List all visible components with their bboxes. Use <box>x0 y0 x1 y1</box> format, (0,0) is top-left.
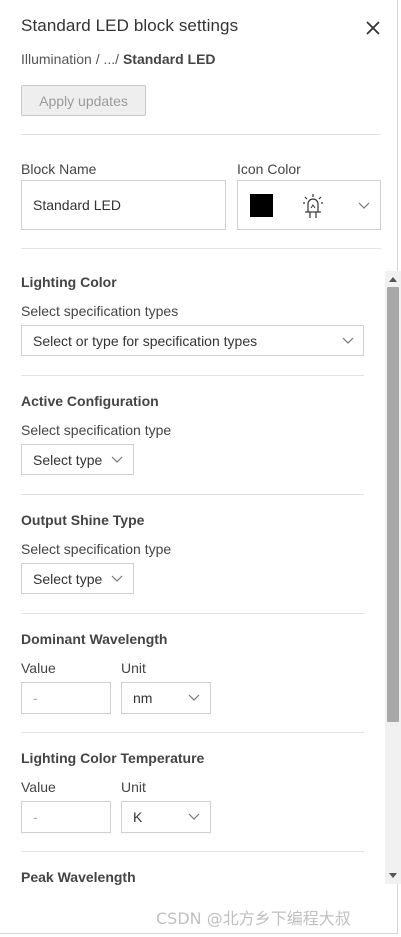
dominant-wavelength-value: - <box>33 690 38 706</box>
chevron-down-icon <box>111 456 123 463</box>
breadcrumb-root[interactable]: Illumination <box>21 51 92 67</box>
color-temperature-unit-label: Unit <box>121 779 146 795</box>
block-name-value: Standard LED <box>33 197 121 213</box>
output-shine-type-title: Output Shine Type <box>21 512 145 528</box>
lighting-color-temperature-title: Lighting Color Temperature <box>21 750 205 766</box>
breadcrumb-ellipsis[interactable]: ... <box>104 51 116 67</box>
color-swatch <box>250 194 273 217</box>
lighting-color-title: Lighting Color <box>21 274 117 290</box>
color-temperature-value-input[interactable]: - <box>21 801 111 833</box>
active-configuration-select[interactable]: Select type <box>21 444 134 475</box>
scroll-up-icon[interactable] <box>389 276 397 282</box>
dominant-wavelength-unit: nm <box>133 690 153 706</box>
chevron-down-icon <box>342 337 354 344</box>
active-configuration-subtitle: Select specification type <box>21 422 172 438</box>
divider <box>21 375 364 376</box>
watermark: CSDN @北方乡下编程大叔 <box>156 909 351 928</box>
peak-wavelength-title: Peak Wavelength <box>21 869 136 885</box>
block-name-label: Block Name <box>21 161 97 177</box>
icon-color-picker[interactable] <box>237 180 381 230</box>
divider <box>21 851 364 852</box>
divider <box>21 248 381 249</box>
block-name-input[interactable]: Standard LED <box>21 180 226 230</box>
active-configuration-title: Active Configuration <box>21 393 159 409</box>
output-shine-type-select[interactable]: Select type <box>21 563 134 594</box>
color-temperature-unit-select[interactable]: K <box>121 801 211 833</box>
led-icon <box>303 194 323 218</box>
divider <box>21 134 381 135</box>
breadcrumb-separator: / <box>91 51 104 67</box>
dominant-wavelength-unit-select[interactable]: nm <box>121 682 211 714</box>
active-configuration-select-value: Select type <box>33 451 103 468</box>
divider <box>21 732 364 733</box>
color-temperature-value: - <box>33 809 38 825</box>
settings-panel: Standard LED block settings Illumination… <box>0 0 401 934</box>
dominant-wavelength-value-label: Value <box>21 660 56 676</box>
lighting-color-select[interactable]: Select or type for specification types <box>21 325 364 356</box>
breadcrumb-separator: / <box>115 51 123 67</box>
lighting-color-select-placeholder: Select or type for specification types <box>33 332 258 349</box>
dominant-wavelength-value-input[interactable]: - <box>21 682 111 714</box>
apply-updates-button[interactable]: Apply updates <box>21 85 146 116</box>
scroll-down-icon[interactable] <box>389 873 397 879</box>
divider <box>21 494 364 495</box>
panel-title: Standard LED block settings <box>21 16 239 35</box>
breadcrumb-current: Standard LED <box>122 51 216 67</box>
icon-color-label: Icon Color <box>237 161 301 177</box>
lighting-color-subtitle: Select specification types <box>21 303 179 319</box>
close-icon[interactable] <box>362 17 384 39</box>
dominant-wavelength-unit-label: Unit <box>121 660 146 676</box>
chevron-down-icon <box>188 694 200 701</box>
color-temperature-value-label: Value <box>21 779 56 795</box>
chevron-down-icon <box>111 575 123 582</box>
chevron-down-icon <box>188 813 200 820</box>
dominant-wavelength-title: Dominant Wavelength <box>21 631 168 647</box>
output-shine-type-subtitle: Select specification type <box>21 541 172 557</box>
color-temperature-unit: K <box>133 809 143 825</box>
output-shine-type-select-value: Select type <box>33 570 103 587</box>
divider <box>21 613 364 614</box>
breadcrumb: Illumination / .../ Standard LED <box>21 51 216 67</box>
scrollbar-thumb[interactable] <box>387 287 399 722</box>
chevron-down-icon <box>358 202 370 209</box>
